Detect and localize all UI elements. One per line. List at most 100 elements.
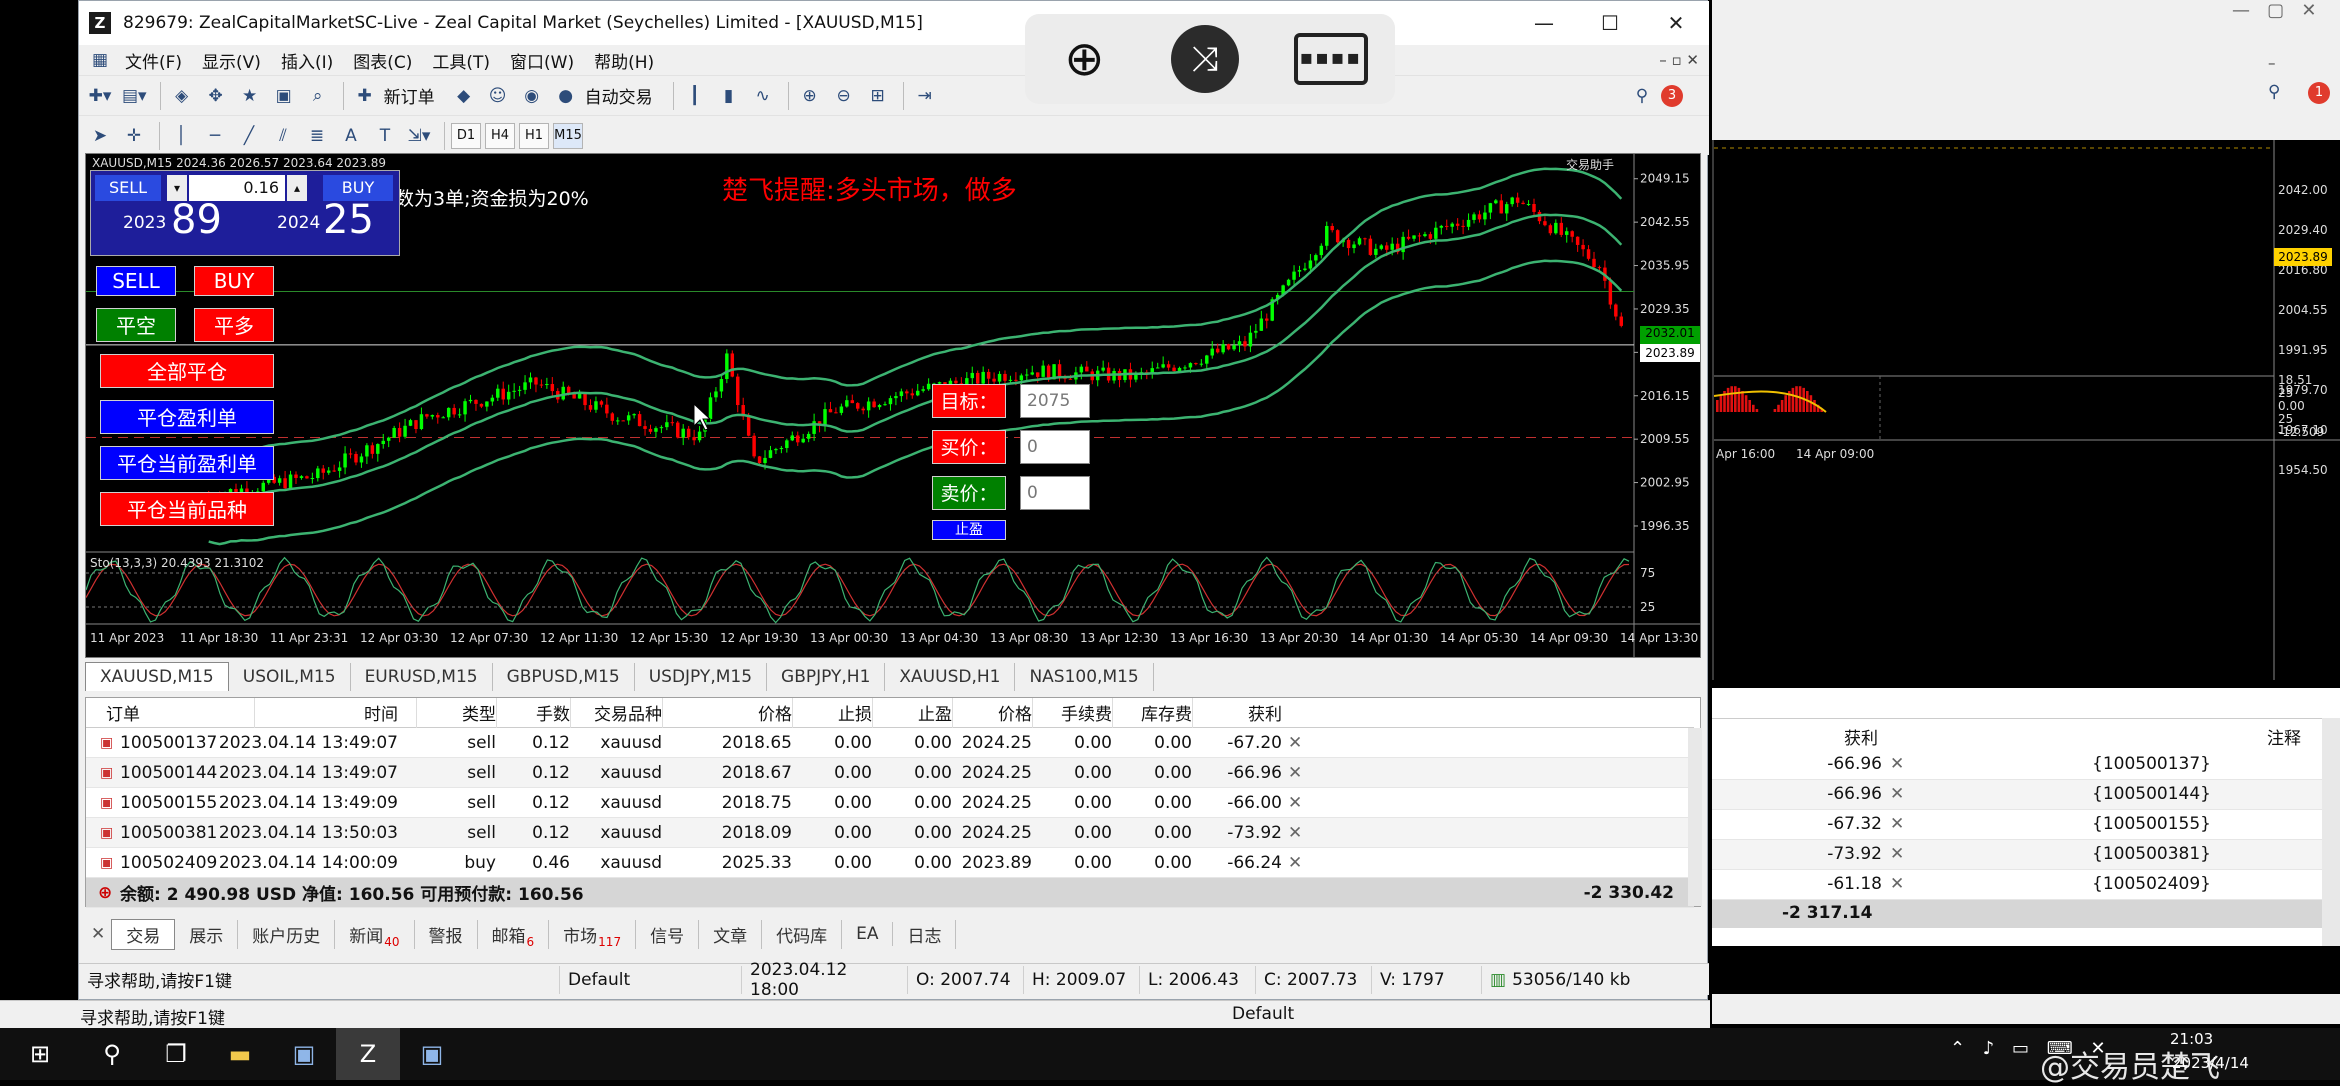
buy-price-big[interactable]: 25 (323, 197, 374, 243)
tf-h4[interactable]: H4 (485, 122, 515, 149)
column-header[interactable]: 手续费 (1061, 700, 1112, 725)
lot-up-icon[interactable]: ▴ (287, 175, 307, 201)
metaeditor-icon[interactable]: ◆ (449, 81, 479, 111)
column-header[interactable]: 订单 (106, 700, 140, 725)
column-header[interactable]: 止损 (838, 700, 872, 725)
profiles-icon[interactable]: ▤▾ (119, 81, 150, 111)
close-button[interactable]: ✕ (1643, 1, 1709, 45)
bg-search-icon[interactable]: ⚲ (2268, 82, 2280, 102)
tile-icon[interactable]: ⊞ (863, 81, 893, 111)
terminal-tab[interactable]: 账户历史 (238, 919, 336, 949)
symbol-tab[interactable]: XAUUSD,M15 (85, 662, 229, 691)
column-header[interactable]: 库存费 (1141, 700, 1192, 725)
close-order-icon[interactable]: ✕ (1288, 853, 1302, 873)
column-header[interactable]: 价格 (758, 700, 792, 725)
table-row[interactable]: ▣ 100500144 2023.04.14 13:49:07 sell 0.12 xau… (86, 758, 1694, 788)
alert-badge[interactable]: 3 (1661, 84, 1683, 107)
cursor-icon[interactable]: ➤ (85, 121, 115, 151)
close-order-icon[interactable]: ✕ (1288, 763, 1302, 783)
symbol-tab[interactable]: USOIL,M15 (229, 663, 351, 691)
menu-tools[interactable]: 工具(T) (426, 48, 504, 73)
mt4-app-icon-1[interactable]: ▣ (272, 1028, 336, 1080)
clock-date[interactable]: 2023/4/14 (2172, 1054, 2249, 1072)
fibo-icon[interactable]: ≣ (302, 121, 332, 151)
bg-alert-badge[interactable]: 1 (2308, 82, 2330, 104)
column-header[interactable]: 类型 (462, 700, 496, 725)
keyboard-icon[interactable]: ▪▪▪▪ (1293, 33, 1368, 85)
candle-chart-icon[interactable]: ▮ (714, 81, 744, 111)
tf-h1[interactable]: H1 (519, 122, 549, 149)
sell-price-big[interactable]: 89 (171, 197, 222, 243)
zoom-out-icon[interactable]: ⊖ (829, 81, 859, 111)
symbol-tab[interactable]: NAS100,M15 (1015, 663, 1154, 691)
menu-chart[interactable]: 图表(C) (347, 48, 426, 73)
signals-icon[interactable]: ☺ (483, 81, 513, 111)
menu-file[interactable]: 文件(F) (119, 48, 196, 73)
market-watch-icon[interactable]: ◈ (167, 81, 197, 111)
menu-view[interactable]: 显示(V) (196, 48, 275, 73)
close-order-icon[interactable]: ✕ (1288, 823, 1302, 843)
menu-window[interactable]: 窗口(W) (504, 48, 588, 73)
maximize-button[interactable]: ☐ (1577, 1, 1643, 45)
close-current-profit-button[interactable]: 平仓当前盈利单 (100, 446, 274, 480)
close-profit-button[interactable]: 平仓盈利单 (100, 400, 274, 434)
new-order-icon[interactable]: ✚ (350, 81, 380, 111)
symbol-tab[interactable]: GBPUSD,M15 (493, 663, 635, 691)
close-order-icon[interactable]: ✕ (1288, 733, 1302, 753)
new-chart-icon[interactable]: ✚▾ (85, 81, 115, 111)
table-row[interactable]: ▣ 100500155 2023.04.14 13:49:09 sell 0.12 xau… (86, 788, 1694, 818)
bg-table-row[interactable]: -73.92 ✕ {100500381} (1712, 840, 2322, 870)
column-header[interactable]: 获利 (1248, 700, 1282, 725)
bg-close-icon[interactable]: ✕ (1890, 784, 1904, 804)
mt4-app-icon-active[interactable]: Z (336, 1028, 400, 1080)
panel-sell-button[interactable]: SELL (95, 175, 161, 201)
bg-table-row[interactable]: -66.96 ✕ {100500144} (1712, 780, 2322, 810)
mt4-app-icon-2[interactable]: ▣ (400, 1028, 464, 1080)
bg-window-controls[interactable]: — ▢ ✕ (2232, 0, 2316, 21)
menu-help[interactable]: 帮助(H) (588, 48, 668, 73)
radio-icon[interactable]: ◉ (517, 81, 547, 111)
symbol-tab[interactable]: XAUUSD,H1 (885, 663, 1016, 691)
bg-close-icon[interactable]: ✕ (1890, 874, 1904, 894)
file-explorer-icon[interactable]: ▬ (208, 1028, 272, 1080)
table-row[interactable]: ▣ 100502409 2023.04.14 14:00:09 buy 0.46 xauu… (86, 848, 1694, 878)
sell-price-input[interactable]: 0 (1020, 476, 1090, 510)
search-icon[interactable]: ⚲ (1627, 81, 1657, 111)
line-chart-icon[interactable]: ∿ (748, 81, 778, 111)
start-icon[interactable]: ⊞ (0, 1028, 80, 1080)
table-row[interactable]: ▣ 100500137 2023.04.14 13:49:07 sell 0.12 xau… (86, 728, 1694, 758)
navigator-icon[interactable]: ✥ (201, 81, 231, 111)
column-header[interactable]: 时间 (364, 700, 398, 725)
zoom-in-icon[interactable]: ⊕ (1052, 27, 1116, 91)
bg-table-row[interactable]: -61.18 ✕ {100502409} (1712, 870, 2322, 900)
close-all-button[interactable]: 全部平仓 (100, 354, 274, 388)
bg-close-icon[interactable]: ✕ (1890, 754, 1904, 774)
symbol-tab[interactable]: EURUSD,M15 (351, 663, 493, 691)
bg-table-row[interactable]: -66.96 ✕ {100500137} (1712, 750, 2322, 780)
price-chart[interactable]: 2049.152042.552035.952029.352022.752016.… (85, 153, 1701, 658)
vertical-line-icon[interactable]: │ (166, 121, 196, 151)
clock-time[interactable]: 21:03 (2170, 1030, 2213, 1048)
terminal-tab[interactable]: 邮箱6 (478, 919, 550, 949)
terminal-close-icon[interactable]: ✕ (85, 924, 111, 944)
tf-d1[interactable]: D1 (451, 122, 481, 149)
search-icon[interactable]: ⚲ (80, 1028, 144, 1080)
zoom-in-icon[interactable]: ⊕ (795, 81, 825, 111)
terminal-tab[interactable]: 新闻40 (335, 919, 415, 949)
terminal-tab[interactable]: 日志 (893, 919, 957, 949)
terminal-tab[interactable]: 市场117 (549, 919, 637, 949)
close-current-symbol-button[interactable]: 平仓当前品种 (100, 492, 274, 526)
close-short-button[interactable]: 平空 (96, 308, 176, 342)
bar-chart-icon[interactable]: ┃ (680, 81, 710, 111)
label-icon[interactable]: T (370, 121, 400, 151)
bg-close-icon[interactable]: ✕ (1890, 814, 1904, 834)
favorites-icon[interactable]: ★ (235, 81, 265, 111)
close-long-button[interactable]: 平多 (194, 308, 274, 342)
task-view-icon[interactable]: ❐ (144, 1028, 208, 1080)
target-input[interactable]: 2075 (1020, 384, 1090, 418)
auto-trade-button[interactable]: 自动交易 (585, 83, 653, 108)
buy-button[interactable]: BUY (194, 266, 274, 296)
symbol-tab[interactable]: USDJPY,M15 (635, 663, 768, 691)
column-header[interactable]: 交易品种 (594, 700, 662, 725)
menu-insert[interactable]: 插入(I) (275, 48, 347, 73)
